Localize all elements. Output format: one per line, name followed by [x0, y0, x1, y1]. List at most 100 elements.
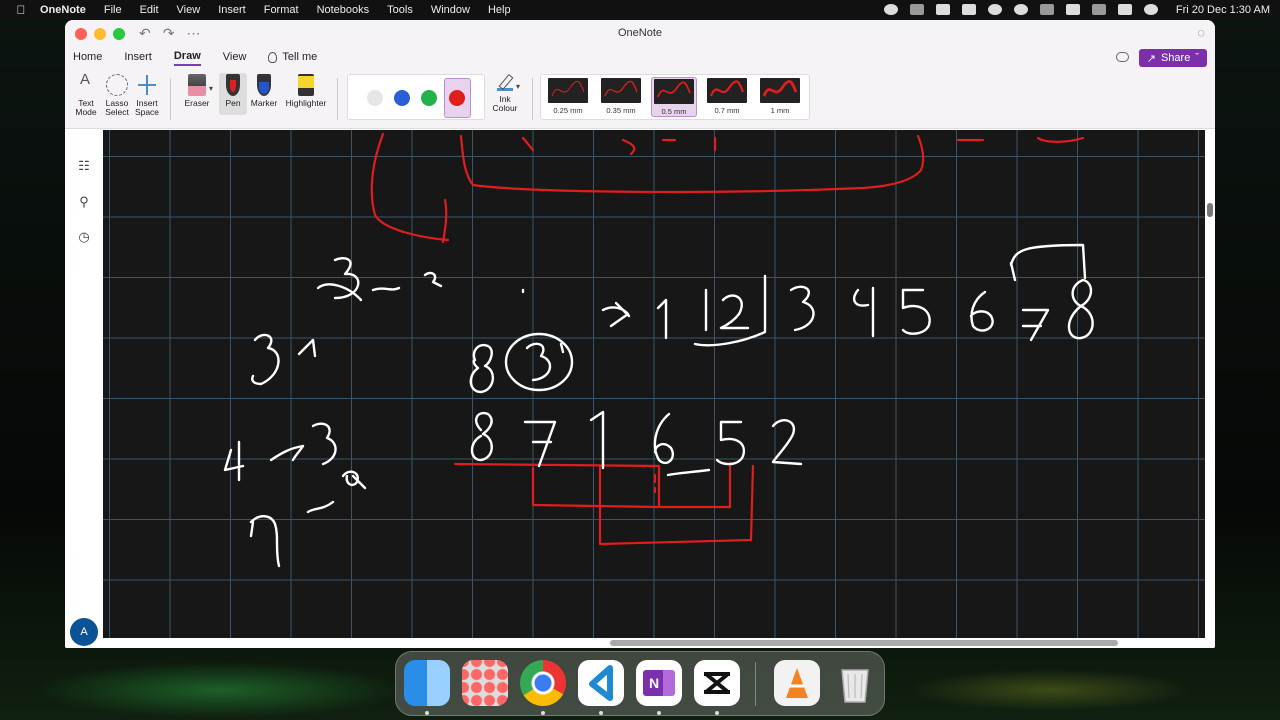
tab-view[interactable]: View: [223, 51, 247, 65]
white-ink-stroke: [297, 338, 317, 358]
menu-edit[interactable]: Edit: [140, 4, 159, 16]
width-preview-icon: [707, 78, 747, 103]
white-ink-stroke: [1021, 308, 1050, 342]
menu-bar:  OneNote File Edit View Insert Format N…: [0, 0, 1280, 19]
navigation-sidebar: ☷ ⚲ ◷: [65, 130, 103, 648]
search-icon[interactable]: ⚲: [76, 194, 92, 210]
tab-draw[interactable]: Draw: [173, 50, 201, 66]
chrome-icon[interactable]: [520, 660, 566, 706]
text-mode-button[interactable]: Text Mode: [73, 74, 99, 117]
vertical-scroll-thumb[interactable]: [1207, 203, 1213, 217]
menu-clock[interactable]: Fri 20 Dec 1:30 AM: [1176, 4, 1270, 16]
ink-colour-icon: [495, 74, 515, 92]
ribbon-separator: [532, 78, 533, 120]
eraser-dropdown-icon[interactable]: ▾: [209, 84, 213, 93]
recent-clock-icon[interactable]: ◷: [76, 229, 92, 245]
horizontal-scroll-thumb[interactable]: [610, 640, 1118, 646]
dock: N: [395, 651, 885, 716]
battery-icon[interactable]: [1065, 4, 1080, 15]
menu-file[interactable]: File: [104, 4, 122, 16]
ribbon-separator: [337, 78, 338, 120]
note-canvas[interactable]: [103, 130, 1205, 638]
menu-format[interactable]: Format: [264, 4, 299, 16]
tab-home[interactable]: Home: [73, 51, 102, 65]
handwriting-ink: [223, 132, 1094, 568]
ink-colour-button[interactable]: Ink Colour: [488, 74, 522, 113]
control-center-icon[interactable]: [1117, 4, 1132, 15]
ribbon-tabs: Home Insert Draw View Tell me ↗ Share ˇ: [65, 46, 1215, 70]
lasso-label: Lasso Select: [105, 98, 129, 117]
menu-app-name[interactable]: OneNote: [40, 4, 86, 16]
share-button[interactable]: ↗ Share ˇ: [1138, 49, 1207, 67]
white-ink-stroke: [504, 332, 574, 392]
draw-ribbon: Text Mode Lasso Select Insert Space Eras…: [65, 70, 1215, 129]
width-label: 0.5 mm: [661, 107, 687, 116]
menu-help[interactable]: Help: [488, 4, 511, 16]
record-icon[interactable]: [883, 4, 898, 15]
cloud-icon[interactable]: [909, 4, 924, 15]
notebooks-icon[interactable]: ☷: [76, 158, 92, 174]
finder-icon[interactable]: [404, 660, 450, 706]
launchpad-icon[interactable]: [462, 660, 508, 706]
onenote-icon[interactable]: N: [636, 660, 682, 706]
trash-icon[interactable]: [832, 660, 878, 706]
apple-icon[interactable]: : [12, 3, 30, 17]
wifi-icon[interactable]: [1091, 4, 1106, 15]
white-ink-stroke: [969, 290, 994, 332]
red-ink-stroke: [521, 136, 717, 156]
width-preview-icon: [601, 78, 641, 103]
horizontal-scrollbar[interactable]: [103, 638, 1215, 648]
chevron-down-icon: ˇ: [1195, 52, 1199, 64]
highlighter-icon: [298, 74, 314, 96]
menu-notebooks[interactable]: Notebooks: [317, 4, 370, 16]
insert-space-label: Insert Space: [134, 98, 160, 117]
menu-insert[interactable]: Insert: [218, 4, 246, 16]
menu-tools[interactable]: Tools: [387, 4, 413, 16]
tell-me-button[interactable]: Tell me: [268, 51, 317, 65]
insert-space-button[interactable]: Insert Space: [133, 74, 161, 117]
siri-icon[interactable]: [1143, 4, 1158, 15]
color-swatch-blue[interactable]: [394, 90, 410, 106]
download-icon[interactable]: [1013, 4, 1028, 15]
white-ink-stroke: [1009, 243, 1087, 280]
width-option-035[interactable]: 0.35 mm: [598, 77, 644, 117]
running-indicator: [425, 711, 429, 715]
vscode-icon[interactable]: [578, 660, 624, 706]
dock-separator: [755, 662, 756, 706]
capture-icon[interactable]: [935, 4, 950, 15]
color-swatch-white[interactable]: [367, 90, 383, 106]
width-option-025[interactable]: 0.25 mm: [545, 77, 591, 117]
white-ink-stroke: [653, 412, 674, 465]
highlighter-button[interactable]: Highlighter: [282, 74, 330, 108]
running-indicator: [541, 711, 545, 715]
width-option-1[interactable]: 1 mm: [757, 77, 803, 117]
vlc-icon[interactable]: [774, 660, 820, 706]
red-ink-stroke: [459, 134, 925, 194]
focus-icon[interactable]: [987, 4, 1002, 15]
sticky-notes-icon[interactable]: ◌: [1197, 25, 1205, 40]
text-cursor-icon: [75, 74, 97, 96]
sync-status-icon[interactable]: [1116, 52, 1129, 62]
pen-button[interactable]: Pen: [220, 74, 246, 108]
white-ink-stroke: [559, 342, 565, 354]
ink-dropdown-icon[interactable]: ▾: [516, 82, 520, 91]
menu-view[interactable]: View: [177, 4, 201, 16]
input-source-icon[interactable]: [961, 4, 976, 15]
menu-window[interactable]: Window: [431, 4, 470, 16]
capcut-icon[interactable]: [694, 660, 740, 706]
tab-insert[interactable]: Insert: [124, 51, 152, 65]
color-swatch-green[interactable]: [421, 90, 437, 106]
white-ink-stroke: [1067, 278, 1094, 340]
width-option-05[interactable]: 0.5 mm: [651, 77, 697, 117]
vertical-scrollbar[interactable]: [1205, 130, 1215, 638]
share-icon: ↗: [1146, 52, 1156, 65]
color-swatch-red[interactable]: [449, 90, 465, 106]
width-option-07[interactable]: 0.7 mm: [704, 77, 750, 117]
white-ink-stroke: [693, 274, 767, 347]
lasso-select-button[interactable]: Lasso Select: [103, 74, 131, 117]
marker-button[interactable]: Marker: [248, 74, 280, 108]
width-label: 0.35 mm: [606, 106, 636, 115]
white-ink-stroke: [306, 500, 335, 514]
avatar[interactable]: A: [70, 618, 98, 646]
bluetooth-icon[interactable]: [1039, 4, 1054, 15]
